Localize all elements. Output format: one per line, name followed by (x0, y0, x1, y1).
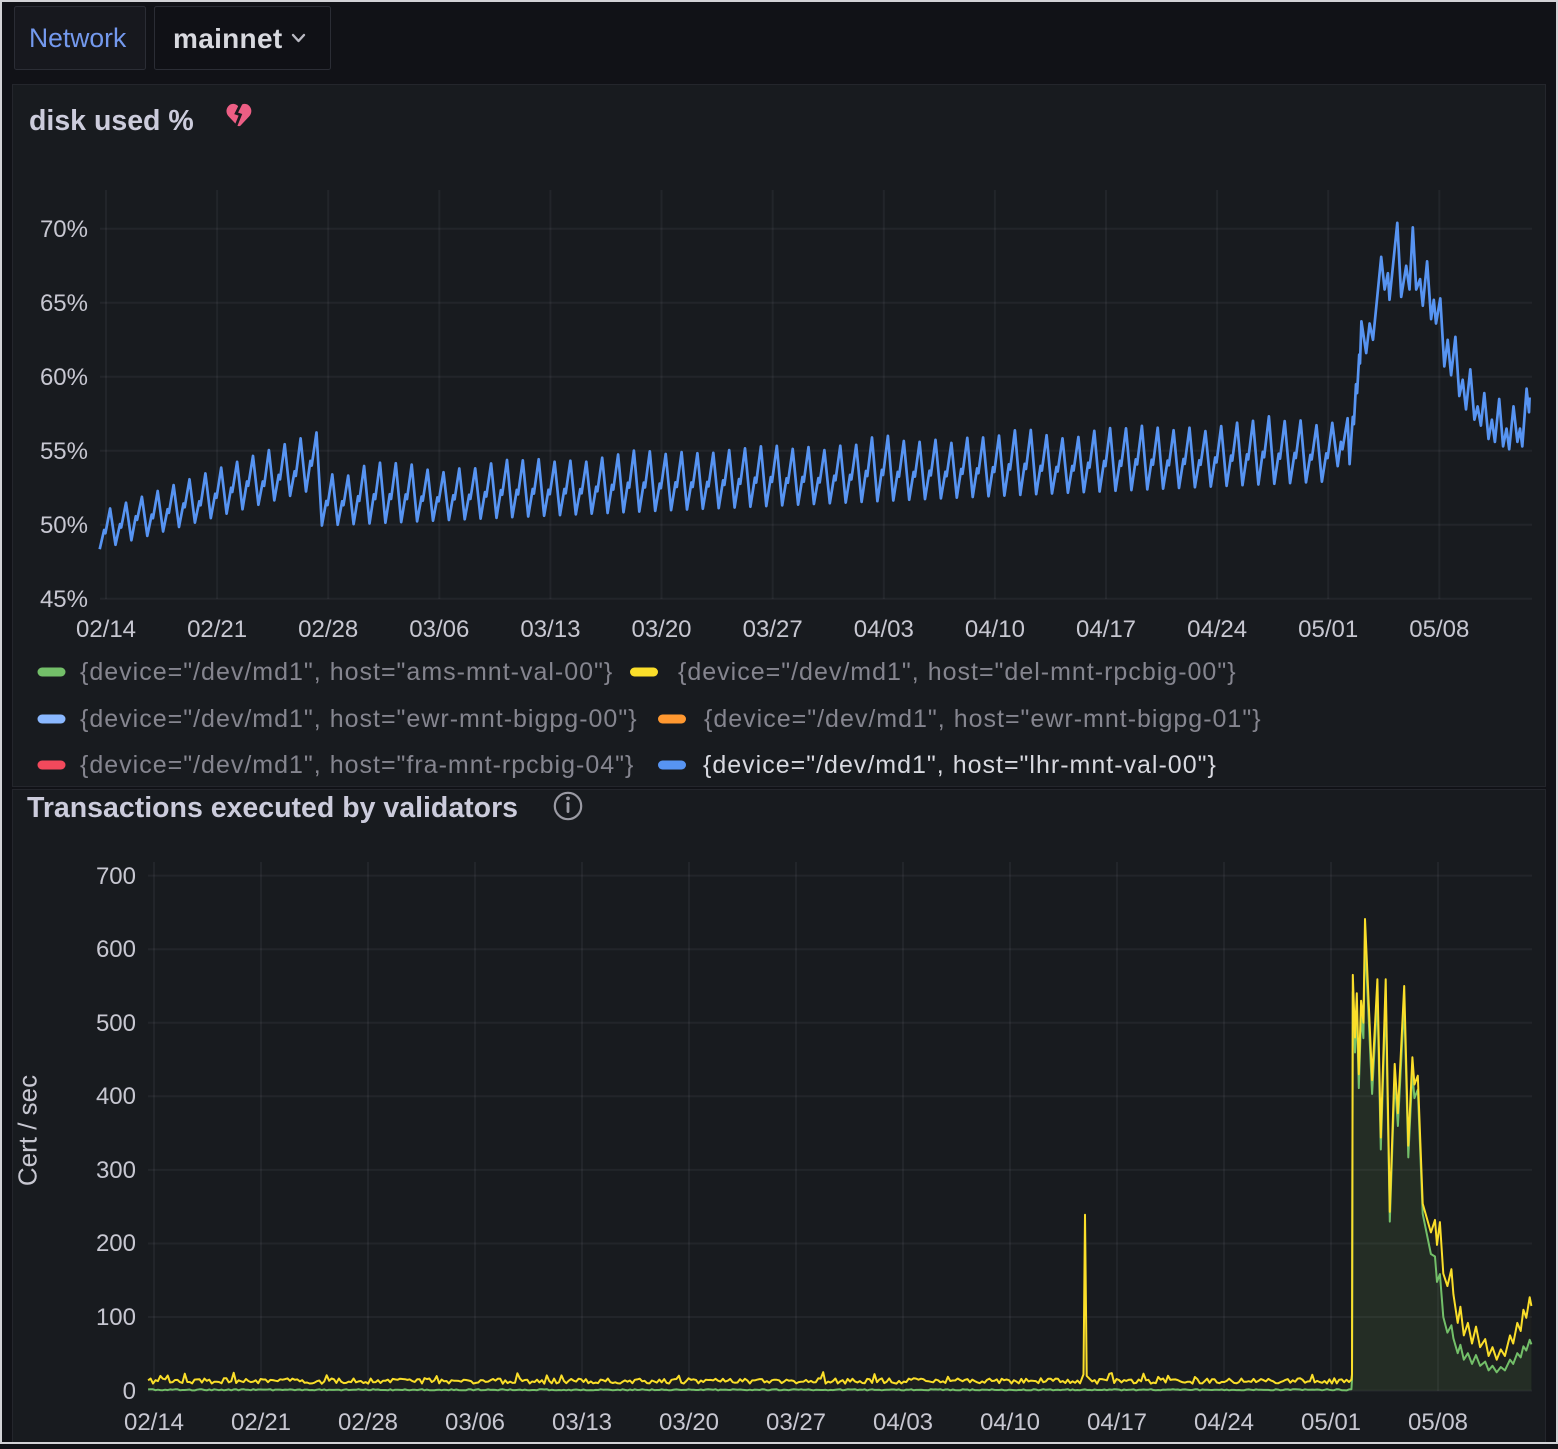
svg-text:05/08: 05/08 (1408, 1409, 1468, 1436)
svg-text:05/01: 05/01 (1298, 616, 1358, 643)
svg-text:0: 0 (123, 1378, 136, 1405)
svg-text:45%: 45% (40, 586, 88, 613)
svg-text:04/17: 04/17 (1076, 616, 1136, 643)
svg-text:03/13: 03/13 (552, 1409, 612, 1436)
svg-text:04/10: 04/10 (980, 1409, 1040, 1436)
svg-text:700: 700 (96, 863, 136, 890)
svg-text:02/28: 02/28 (298, 616, 358, 643)
svg-text:05/08: 05/08 (1409, 616, 1469, 643)
svg-text:04/24: 04/24 (1187, 616, 1247, 643)
svg-text:{device="/dev/md1", host="lhr-: {device="/dev/md1", host="lhr-mnt-val-00… (703, 751, 1217, 779)
svg-text:{device="/dev/md1", host="ewr-: {device="/dev/md1", host="ewr-mnt-bigpg-… (704, 705, 1262, 733)
svg-text:400: 400 (96, 1083, 136, 1110)
svg-text:200: 200 (96, 1230, 136, 1257)
svg-text:02/21: 02/21 (231, 1409, 291, 1436)
svg-text:500: 500 (96, 1010, 136, 1037)
svg-text:05/01: 05/01 (1301, 1409, 1361, 1436)
svg-text:{device="/dev/md1", host="ams-: {device="/dev/md1", host="ams-mnt-val-00… (80, 658, 613, 686)
svg-text:04/03: 04/03 (873, 1409, 933, 1436)
svg-text:04/24: 04/24 (1194, 1409, 1254, 1436)
svg-text:{device="/dev/md1", host="ewr-: {device="/dev/md1", host="ewr-mnt-bigpg-… (80, 705, 638, 733)
svg-text:60%: 60% (40, 364, 88, 391)
svg-text:600: 600 (96, 936, 136, 963)
svg-text:300: 300 (96, 1157, 136, 1184)
svg-text:03/06: 03/06 (409, 616, 469, 643)
svg-text:50%: 50% (40, 512, 88, 539)
svg-text:02/21: 02/21 (187, 616, 247, 643)
svg-text:03/13: 03/13 (520, 616, 580, 643)
svg-text:02/14: 02/14 (76, 616, 136, 643)
svg-text:65%: 65% (40, 290, 88, 317)
svg-text:70%: 70% (40, 216, 88, 243)
svg-text:disk used %: disk used % (29, 105, 194, 137)
svg-text:{device="/dev/md1", host="del-: {device="/dev/md1", host="del-mnt-rpcbig… (678, 658, 1237, 686)
svg-text:03/20: 03/20 (659, 1409, 719, 1436)
svg-text:Network: Network (29, 23, 127, 53)
svg-text:02/28: 02/28 (338, 1409, 398, 1436)
svg-text:03/06: 03/06 (445, 1409, 505, 1436)
svg-text:mainnet: mainnet (173, 23, 282, 54)
svg-text:04/17: 04/17 (1087, 1409, 1147, 1436)
svg-text:04/03: 04/03 (854, 616, 914, 643)
svg-text:{device="/dev/md1", host="fra-: {device="/dev/md1", host="fra-mnt-rpcbig… (80, 751, 634, 779)
svg-text:100: 100 (96, 1304, 136, 1331)
svg-text:04/10: 04/10 (965, 616, 1025, 643)
svg-text:03/27: 03/27 (743, 616, 803, 643)
svg-text:03/27: 03/27 (766, 1409, 826, 1436)
svg-text:03/20: 03/20 (631, 616, 691, 643)
svg-text:Transactions executed by valid: Transactions executed by validators (27, 792, 518, 824)
svg-text:02/14: 02/14 (124, 1409, 184, 1436)
svg-text:Cert / sec: Cert / sec (13, 1075, 43, 1186)
svg-text:55%: 55% (40, 438, 88, 465)
